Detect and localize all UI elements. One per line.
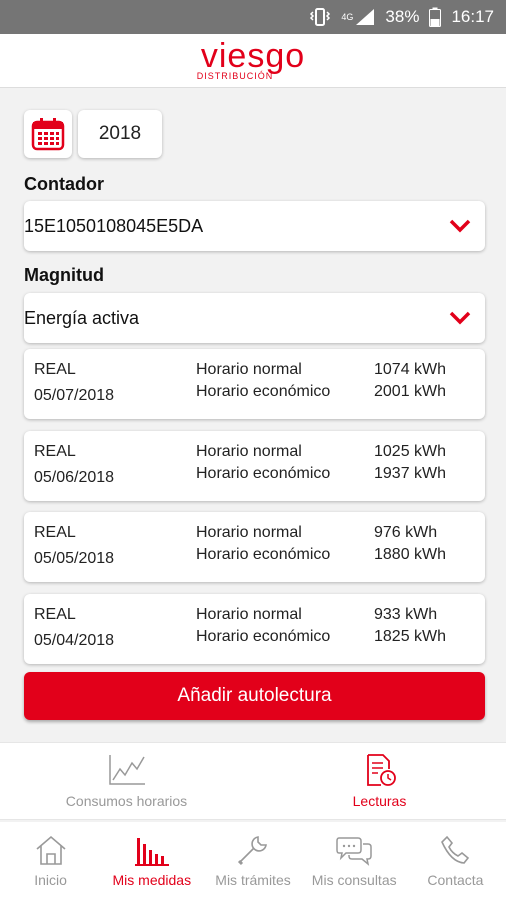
chevron-down-icon (449, 219, 471, 233)
tariff-normal-label: Horario normal (196, 443, 302, 460)
reading-card[interactable]: REAL 05/05/2018 Horario normal Horario e… (24, 512, 485, 582)
viesgo-logo: viesgo (200, 36, 306, 75)
tariff-economico-value: 2001 kWh (374, 383, 447, 400)
chat-bubbles-icon (336, 837, 372, 866)
tariff-normal-value: 933 kWh (374, 606, 438, 623)
nav-label: Contacta (427, 872, 484, 888)
reading-date: 05/05/2018 (34, 550, 115, 567)
document-clock-icon (366, 754, 396, 786)
tariff-normal-label: Horario normal (196, 524, 302, 541)
calendar-icon (31, 118, 65, 151)
reading-type: REAL (34, 524, 76, 541)
app-header: viesgo DISTRIBUCIÓN (0, 34, 506, 88)
reading-card[interactable]: REAL 05/04/2018 Horario normal Horario e… (24, 594, 485, 664)
magnitud-select[interactable]: Energía activa (24, 293, 485, 343)
clock: 16:17 (451, 7, 494, 26)
chevron-down-icon (449, 311, 471, 325)
tab-label: Lecturas (352, 793, 407, 809)
nav-contacta[interactable]: Contacta (405, 822, 506, 900)
magnitud-value: Energía activa (24, 307, 140, 328)
nav-label: Mis medidas (112, 872, 192, 888)
tab-consumos-horarios[interactable]: Consumos horarios (0, 743, 253, 819)
network-type: 4G (341, 12, 354, 22)
tariff-economico-value: 1825 kWh (374, 628, 447, 645)
line-chart-icon (108, 755, 145, 785)
signal-icon: 4G (341, 8, 375, 26)
nav-inicio[interactable]: Inicio (0, 822, 101, 900)
battery-icon (429, 7, 442, 27)
magnitud-label: Magnitud (24, 265, 104, 285)
phone-icon (441, 835, 470, 864)
nav-label: Inicio (34, 872, 67, 888)
tariff-economico-value: 1937 kWh (374, 465, 447, 482)
section-tabs: Consumos horarios Lecturas (0, 742, 506, 820)
contador-select[interactable]: 15E1050108045E5DA (24, 201, 485, 251)
tariff-normal-value: 1074 kWh (374, 361, 447, 378)
reading-date: 05/06/2018 (34, 469, 115, 486)
year-selector: 2018 (24, 110, 162, 158)
year-field[interactable]: 2018 (78, 110, 162, 158)
logo-subtitle: DISTRIBUCIÓN (196, 70, 274, 81)
calendar-button[interactable] (24, 110, 72, 158)
contador-value: 15E1050108045E5DA (24, 215, 204, 236)
wrench-icon (237, 836, 267, 866)
tab-lecturas[interactable]: Lecturas (253, 743, 506, 819)
reading-date: 05/04/2018 (34, 632, 115, 649)
nav-mis-medidas[interactable]: Mis medidas (101, 822, 202, 900)
tariff-normal-value: 1025 kWh (374, 443, 447, 460)
nav-mis-tramites[interactable]: Mis trámites (202, 822, 303, 900)
reading-card[interactable]: REAL 05/07/2018 Horario normal Horario e… (24, 349, 485, 419)
vibrate-icon (309, 8, 331, 26)
reading-type: REAL (34, 361, 76, 378)
tariff-economico-label: Horario económico (196, 546, 331, 563)
home-icon (36, 835, 66, 865)
tariff-economico-value: 1880 kWh (374, 546, 447, 563)
contador-label: Contador (24, 174, 104, 194)
tariff-economico-label: Horario económico (196, 383, 331, 400)
add-self-reading-button[interactable]: Añadir autolectura (24, 672, 485, 720)
reading-type: REAL (34, 606, 76, 623)
tariff-economico-label: Horario económico (196, 465, 331, 482)
status-bar: 4G 38% 16:17 (0, 0, 506, 34)
tariff-economico-label: Horario económico (196, 628, 331, 645)
reading-type: REAL (34, 443, 76, 460)
tariff-normal-label: Horario normal (196, 606, 302, 623)
tab-label: Consumos horarios (65, 793, 188, 809)
bar-chart-icon (134, 838, 169, 866)
battery-percent: 38% (385, 7, 420, 26)
bottom-navigation: Inicio Mis medidas Mis trámites Mis cons… (0, 822, 506, 900)
nav-mis-consultas[interactable]: Mis consultas (304, 822, 405, 900)
tariff-normal-value: 976 kWh (374, 524, 438, 541)
nav-label: Mis consultas (311, 872, 397, 888)
nav-label: Mis trámites (215, 872, 291, 888)
tariff-normal-label: Horario normal (196, 361, 302, 378)
reading-card[interactable]: REAL 05/06/2018 Horario normal Horario e… (24, 431, 485, 501)
reading-date: 05/07/2018 (34, 387, 115, 404)
